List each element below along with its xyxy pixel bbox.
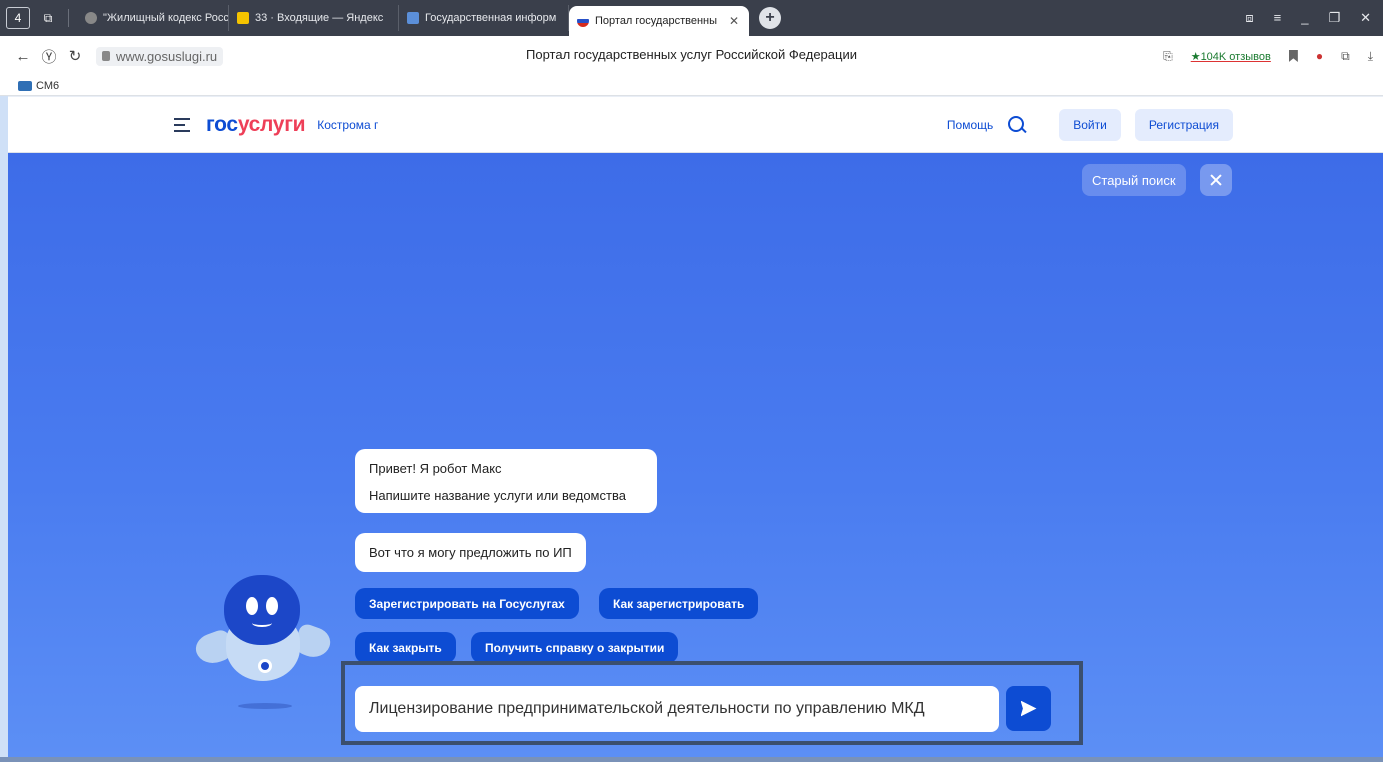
address-text: www.gosuslugi.ru <box>116 48 218 64</box>
gis-favicon-icon <box>407 12 419 24</box>
register-button[interactable]: Регистрация <box>1134 108 1233 141</box>
bookmarks-bar: СМ6 <box>0 76 1383 96</box>
city-selector[interactable]: Кострома г <box>317 118 378 132</box>
gosuslugi-logo[interactable]: госуслуги <box>206 113 306 137</box>
tab-gov-info[interactable]: Государственная информ <box>399 5 569 31</box>
bookmark-sm6[interactable]: СМ6 <box>36 80 59 92</box>
tab-count: 4 <box>14 11 22 25</box>
new-window-icon[interactable]: ⧉ <box>36 7 60 29</box>
send-arrow-icon <box>1020 700 1037 717</box>
chip-get-closure-certificate[interactable]: Получить справку о закрытии <box>471 632 679 663</box>
mail-favicon-icon <box>237 12 249 24</box>
back-icon[interactable]: ← <box>10 48 36 65</box>
help-link[interactable]: Помощь <box>947 118 993 132</box>
download-icon[interactable]: ⤓ <box>1368 49 1373 64</box>
tab-gosuslugi[interactable]: Портал государственны ✕ <box>569 6 749 36</box>
new-tab-button[interactable]: + <box>759 7 781 29</box>
tab-housing-code[interactable]: "Жилищный кодекс Росс <box>77 5 229 31</box>
chip-how-to-register[interactable]: Как зарегистрировать <box>599 588 759 619</box>
bot-message-offer: Вот что я могу предложить по ИП <box>355 533 586 572</box>
flag-favicon-icon <box>577 15 589 27</box>
lock-icon <box>102 51 110 61</box>
extension-icon[interactable]: ● <box>1316 49 1323 63</box>
old-search-button[interactable]: Старый поиск <box>1082 164 1186 196</box>
tab-label: 33 · Входящие — Яндекс <box>255 12 384 24</box>
bot-message-greeting: Привет! Я робот Макс Напишите название у… <box>355 449 657 513</box>
bot-greeting-text: Привет! Я робот Макс <box>369 461 502 476</box>
chip-how-to-close[interactable]: Как закрыть <box>355 632 456 663</box>
collections-icon[interactable]: ⧉ <box>1341 49 1350 64</box>
tab-label: Государственная информ <box>425 12 557 24</box>
address-field[interactable]: www.gosuslugi.ru <box>96 46 224 66</box>
minimize-icon[interactable]: _ <box>1301 10 1308 26</box>
site-header: госуслуги Кострома г Помощь Войти Регист… <box>8 97 1383 153</box>
tab-label: Портал государственны <box>595 15 718 27</box>
tab-yandex-mail[interactable]: 33 · Входящие — Яндекс <box>229 5 399 31</box>
yandex-icon[interactable]: Ⓨ <box>36 46 62 67</box>
sidebar-icon[interactable]: ⧈ <box>1245 10 1253 26</box>
menu-icon[interactable]: ≡ <box>1274 10 1282 26</box>
tab-close-icon[interactable]: ✕ <box>729 14 739 28</box>
search-chat-area: Старый поиск Привет! Я робот Макс Напиши… <box>8 153 1383 757</box>
close-window-icon[interactable]: ✕ <box>1360 10 1371 26</box>
browser-tabstrip: 4 ⧉ "Жилищный кодекс Росс 33 · Входящие … <box>0 0 1383 36</box>
close-icon[interactable] <box>1200 164 1232 196</box>
bot-offer-text: Вот что я могу предложить по ИП <box>369 545 572 560</box>
reload-icon[interactable]: ↻ <box>62 47 88 65</box>
bot-prompt-text: Напишите название услуги или ведомства <box>369 488 626 503</box>
reviews-link[interactable]: ★104K отзывов <box>1191 50 1271 63</box>
translate-icon[interactable]: ⎘ <box>1163 49 1173 64</box>
browser-addressbar: ← Ⓨ ↻ www.gosuslugi.ru Портал государств… <box>0 36 1383 76</box>
tab-counter-button[interactable]: 4 <box>6 7 30 29</box>
login-button[interactable]: Войти <box>1059 108 1121 141</box>
restore-icon[interactable]: ❐ <box>1328 10 1340 26</box>
search-icon[interactable] <box>1007 115 1027 135</box>
send-button[interactable] <box>1006 686 1051 731</box>
site-favicon-icon <box>85 12 97 24</box>
chip-register-on-gosuslugi[interactable]: Зарегистрировать на Госуслугах <box>355 588 579 619</box>
robot-max-avatar <box>191 575 336 715</box>
bookmark-icon[interactable] <box>1288 50 1298 62</box>
menu-burger-icon[interactable] <box>174 117 190 132</box>
tab-label: "Жилищный кодекс Росс <box>103 12 229 24</box>
search-query-input[interactable] <box>355 686 999 732</box>
folder-icon <box>18 80 32 91</box>
